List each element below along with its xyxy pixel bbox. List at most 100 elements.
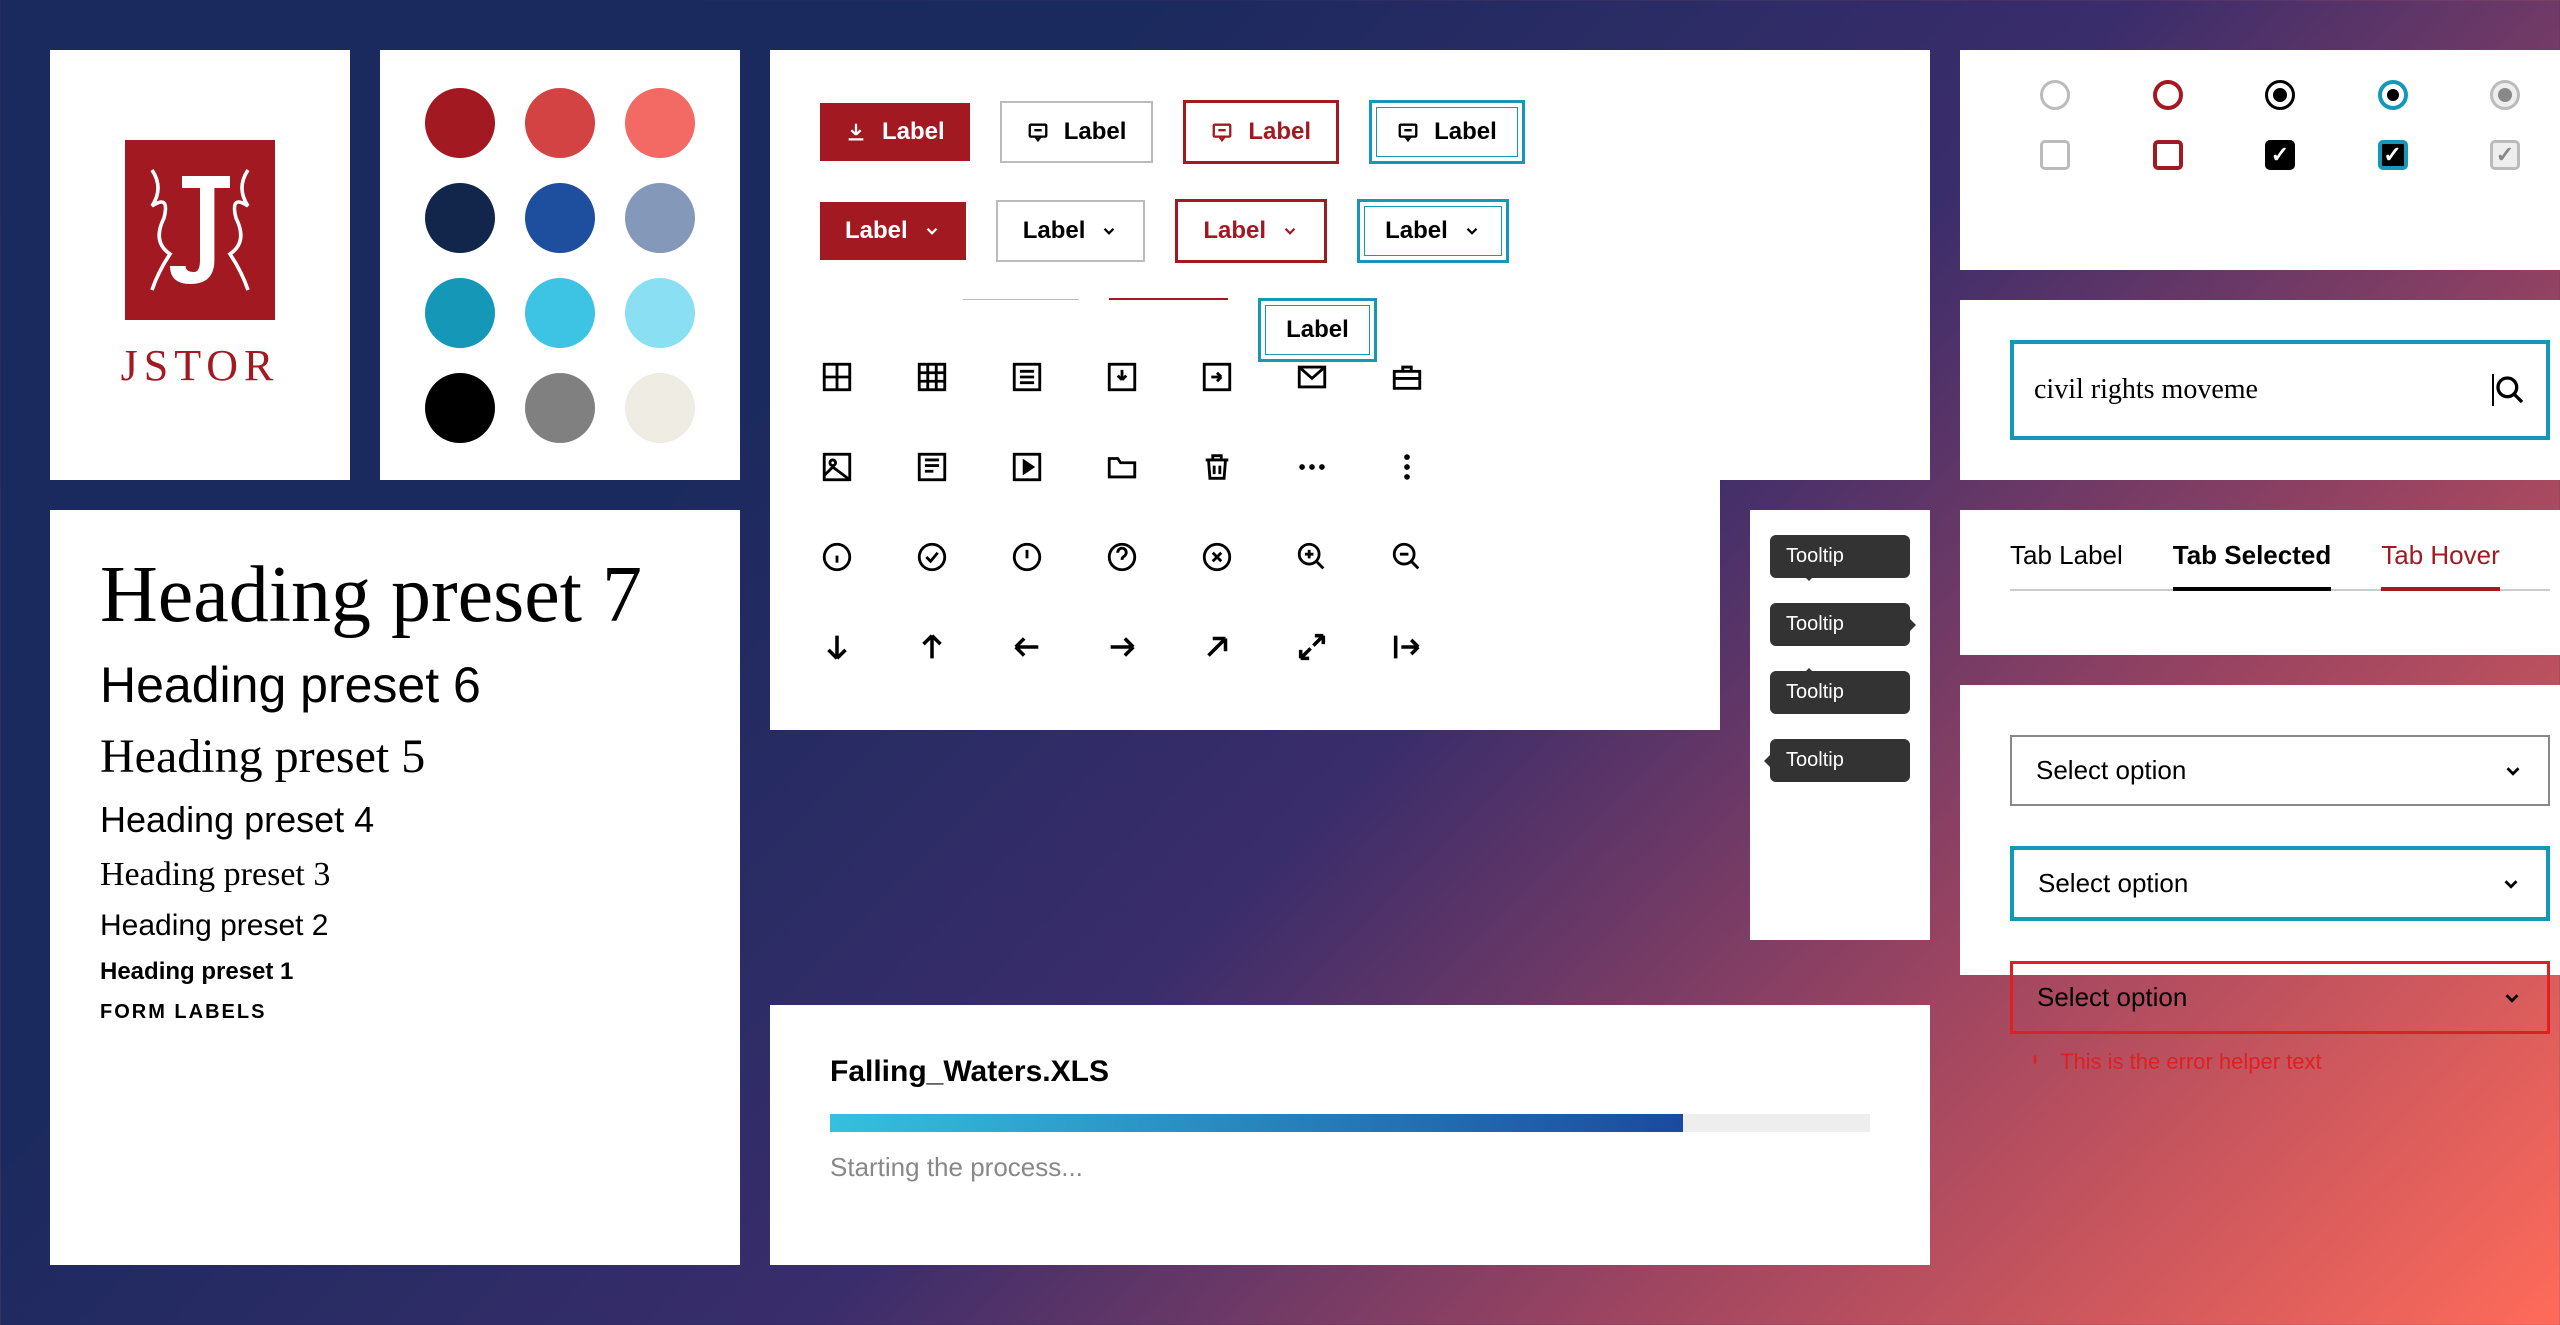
arrow-up-right-icon	[1200, 630, 1234, 664]
tooltip-card: Tooltip Tooltip Tooltip Tooltip	[1750, 510, 1930, 940]
radio-selected[interactable]: .radio.sel[data-name="radio-selected"]::…	[2265, 80, 2295, 110]
folder-icon	[1105, 450, 1139, 484]
radio-focus-selected[interactable]: .radio.sel[data-name="radio-focus-select…	[2378, 80, 2408, 110]
arrow-right-box-icon	[1200, 360, 1234, 394]
image-icon	[820, 450, 854, 484]
button-label: Label	[1023, 217, 1086, 245]
x-circle-icon	[1200, 540, 1234, 574]
button-label: Label	[1385, 217, 1448, 245]
radio-row: .radio.sel[data-name="radio-selected"]::…	[2010, 80, 2550, 110]
progress-fill	[830, 1114, 1683, 1132]
select-label: Select option	[2036, 755, 2186, 786]
grid-2x2-icon	[820, 360, 854, 394]
document-icon	[915, 450, 949, 484]
tooltip-left-arrow: Tooltip	[1770, 739, 1910, 782]
mail-icon	[1295, 360, 1329, 394]
select-focus[interactable]: Select option	[2010, 846, 2550, 921]
select-error[interactable]: Select option	[2010, 961, 2550, 1034]
checkbox-selected[interactable]	[2265, 140, 2295, 170]
button-label: Label	[1203, 217, 1266, 245]
button-focus-comment[interactable]: Label	[1369, 100, 1525, 164]
checkbox-focus-selected[interactable]	[2378, 140, 2408, 170]
button-label: Label	[1286, 316, 1349, 344]
search-card	[1960, 300, 2560, 480]
select-error-helper: This is the error helper text	[2025, 1049, 2550, 1075]
radio-disabled-selected: .radio.sel[data-name="radio-disabled-sel…	[2490, 80, 2520, 110]
checkbox-hover[interactable]	[2153, 140, 2183, 170]
button-secondary-dropdown[interactable]: Label	[996, 200, 1146, 262]
arrow-right-icon	[1105, 630, 1139, 664]
search-input[interactable]	[2034, 374, 2494, 406]
error-helper-text: This is the error helper text	[2060, 1049, 2322, 1075]
radio-default[interactable]	[2040, 80, 2070, 110]
tooltip-right-arrow: Tooltip	[1770, 603, 1910, 646]
alert-icon	[2025, 1052, 2045, 1072]
chevron-down-icon	[2501, 987, 2523, 1009]
progress-status: Starting the process...	[830, 1152, 1870, 1183]
search-field[interactable]	[2010, 340, 2550, 440]
help-circle-icon	[1105, 540, 1139, 574]
radio-hover[interactable]	[2153, 80, 2183, 110]
search-icon[interactable]	[2494, 374, 2526, 406]
alert-circle-icon	[1010, 540, 1044, 574]
zoom-out-icon	[1390, 540, 1424, 574]
checkbox-row	[2010, 140, 2550, 170]
button-primary-download[interactable]: Label	[820, 103, 970, 161]
chevron-down-icon	[1281, 222, 1299, 240]
arrow-up-icon	[915, 630, 949, 664]
comment-icon	[1397, 121, 1419, 143]
expand-icon	[1295, 630, 1329, 664]
comment-icon	[1027, 121, 1049, 143]
selects-card: Select option Select option Select optio…	[1960, 685, 2560, 975]
arrow-right-to-line-icon	[1390, 630, 1424, 664]
comment-icon	[1211, 121, 1233, 143]
button-outline-red-dropdown[interactable]: Label	[1175, 199, 1327, 263]
progress-bar	[830, 1114, 1870, 1132]
briefcase-icon	[1390, 360, 1424, 394]
zoom-in-icon	[1295, 540, 1329, 574]
icon-grid-card	[770, 300, 1720, 730]
logo-card: JSTOR	[50, 50, 350, 480]
select-default[interactable]: Select option	[2010, 735, 2550, 806]
progress-filename: Falling_Waters.XLS	[830, 1055, 1870, 1089]
button-focus-plain[interactable]: Label	[1258, 298, 1377, 362]
button-outline-red-comment[interactable]: Label	[1183, 100, 1339, 164]
play-box-icon	[1010, 450, 1044, 484]
form-controls-card: .radio.sel[data-name="radio-selected"]::…	[1960, 50, 2560, 270]
heading-preset-1: Heading preset 1	[100, 958, 690, 986]
more-horizontal-icon	[1295, 450, 1329, 484]
tooltip-bottom-arrow: Tooltip	[1770, 535, 1910, 578]
heading-preset-6: Heading preset 6	[100, 656, 690, 714]
chevron-down-icon	[923, 222, 941, 240]
form-labels-text: FORM LABELS	[100, 1001, 690, 1024]
tab-selected[interactable]: Tab Selected	[2173, 540, 2331, 589]
grid-3x3-icon	[915, 360, 949, 394]
tab-strip: Tab Label Tab Selected Tab Hover	[2010, 540, 2550, 591]
download-box-icon	[1105, 360, 1139, 394]
swatch-teal-light	[625, 278, 695, 348]
arrow-left-icon	[1010, 630, 1044, 664]
button-primary-dropdown[interactable]: Label	[820, 202, 966, 260]
heading-preset-5: Heading preset 5	[100, 729, 690, 784]
heading-preset-7: Heading preset 7	[100, 550, 690, 641]
jstor-j-icon	[140, 155, 260, 305]
button-secondary-comment[interactable]: Label	[1000, 101, 1154, 163]
tab-default[interactable]: Tab Label	[2010, 540, 2123, 589]
button-focus-dropdown[interactable]: Label	[1357, 199, 1509, 263]
swatch-teal-mid	[525, 278, 595, 348]
select-label: Select option	[2038, 868, 2188, 899]
swatch-cream	[625, 373, 695, 443]
info-icon	[820, 540, 854, 574]
check-circle-icon	[915, 540, 949, 574]
swatch-red-mid	[525, 88, 595, 158]
chevron-down-icon	[2500, 873, 2522, 895]
heading-preset-4: Heading preset 4	[100, 799, 690, 841]
color-palette-card	[380, 50, 740, 480]
trash-icon	[1200, 450, 1234, 484]
tab-hover[interactable]: Tab Hover	[2381, 540, 2500, 589]
download-icon	[845, 121, 867, 143]
logo-wordmark: JSTOR	[121, 340, 280, 391]
button-label: Label	[1064, 118, 1127, 146]
progress-card: Falling_Waters.XLS Starting the process.…	[770, 1005, 1930, 1265]
checkbox-default[interactable]	[2040, 140, 2070, 170]
